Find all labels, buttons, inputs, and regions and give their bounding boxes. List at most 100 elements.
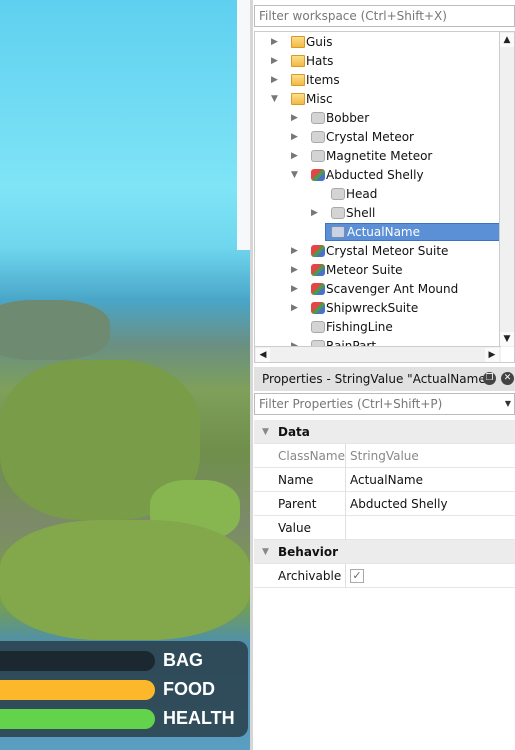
tree-item-label: ActualName: [325, 223, 500, 241]
tree-item-label: Meteor Suite: [326, 263, 403, 277]
model-icon: [311, 302, 325, 314]
properties-header: Properties - StringValue "ActualName" ❐ …: [254, 367, 515, 391]
scroll-up-icon[interactable]: ▲: [500, 33, 514, 47]
property-name: Name: [278, 473, 314, 487]
scroll-down-icon[interactable]: ▼: [500, 332, 514, 346]
property-row-classname[interactable]: ClassName StringValue: [254, 444, 515, 468]
property-name: Archivable: [278, 569, 342, 583]
tree-item-label: Head: [346, 187, 378, 201]
close-icon[interactable]: ✕: [501, 372, 514, 385]
tree-item[interactable]: ▶ Magnetite Meteor: [255, 147, 500, 166]
status-hud: BAG FOOD HEALTH: [0, 641, 248, 737]
collapse-arrow-icon[interactable]: ▶: [291, 109, 299, 128]
health-label: HEALTH: [163, 708, 235, 728]
property-row-value[interactable]: Value: [254, 516, 515, 540]
part-icon: [311, 131, 325, 143]
tree-item-label: Crystal Meteor: [326, 130, 414, 144]
property-row-parent[interactable]: Parent Abducted Shelly: [254, 492, 515, 516]
property-value: StringValue: [350, 449, 419, 463]
collapse-arrow-icon[interactable]: ▶: [271, 52, 279, 71]
expand-arrow-icon[interactable]: ▼: [271, 90, 279, 109]
expand-arrow-icon[interactable]: ▼: [291, 166, 299, 185]
collapse-arrow-icon[interactable]: ▶: [271, 71, 279, 90]
model-icon: [311, 245, 325, 257]
collapse-arrow-icon[interactable]: ▶: [291, 242, 299, 261]
collapse-arrow-icon[interactable]: ▶: [291, 280, 299, 299]
tree-item[interactable]: ▶ Scavenger Ant Mound: [255, 280, 500, 299]
filter-properties-input[interactable]: Filter Properties (Ctrl+Shift+P) ▼: [254, 393, 515, 415]
dropdown-arrow-icon[interactable]: ▼: [505, 394, 511, 414]
game-viewport[interactable]: BAG FOOD HEALTH: [0, 0, 250, 750]
tree-item-label: ShipwreckSuite: [326, 301, 419, 315]
tree-item[interactable]: ▼ Abducted Shelly: [255, 166, 500, 185]
part-icon: [311, 321, 325, 333]
column-divider: [345, 492, 346, 516]
explorer-panel: Filter workspace (Ctrl+Shift+X) ▶ Guis ▶ Ha…: [253, 0, 515, 750]
tree-item[interactable]: FishingLine: [255, 318, 500, 337]
category-label: Data: [278, 425, 310, 439]
folder-icon: [291, 74, 305, 86]
tree-item[interactable]: ▶ Crystal Meteor: [255, 128, 500, 147]
model-icon: [311, 264, 325, 276]
column-divider: [345, 564, 346, 588]
property-row-name[interactable]: Name ActualName: [254, 468, 515, 492]
tree-item[interactable]: ▶ Shell: [255, 204, 500, 223]
column-divider: [345, 468, 346, 492]
string-value-icon: [331, 226, 345, 238]
tree-item-label: Guis: [306, 35, 333, 49]
undock-icon[interactable]: ❐: [483, 372, 496, 385]
tree-item-label: Hats: [306, 54, 334, 68]
tree-item-label: Bobber: [326, 111, 370, 125]
tree-item-label: Shell: [346, 206, 376, 220]
property-name: Value: [278, 521, 311, 535]
model-icon: [311, 169, 325, 181]
category-data[interactable]: ▼ Data: [254, 420, 515, 444]
folder-icon: [291, 93, 305, 105]
tree-item-label: Scavenger Ant Mound: [326, 282, 459, 296]
explorer-tree: ▶ Guis ▶ Hats ▶ Items ▼ Misc ▶ Bobber ▶ Crystal Met…: [254, 31, 515, 363]
tree-item-label: Misc: [306, 92, 333, 106]
part-icon: [311, 150, 325, 162]
scroll-right-icon[interactable]: ▶: [485, 348, 499, 362]
collapse-arrow-icon[interactable]: ▶: [291, 299, 299, 318]
tree-item[interactable]: ▶ Guis: [255, 33, 500, 52]
tree-item-label: FishingLine: [326, 320, 393, 334]
filter-properties-placeholder: Filter Properties (Ctrl+Shift+P): [259, 397, 443, 411]
scroll-left-icon[interactable]: ◀: [256, 348, 270, 362]
collapse-arrow-icon[interactable]: ▶: [291, 261, 299, 280]
tree-item[interactable]: ▼ Misc: [255, 90, 500, 109]
properties-title: Properties - StringValue "ActualName": [262, 372, 492, 386]
collapse-arrow-icon[interactable]: ▶: [271, 33, 279, 52]
category-behavior[interactable]: ▼ Behavior: [254, 540, 515, 564]
category-expand-icon[interactable]: ▼: [262, 420, 269, 444]
property-value[interactable]: Abducted Shelly: [350, 492, 448, 516]
terrain: [0, 300, 110, 360]
archivable-checkbox[interactable]: ✓: [350, 569, 364, 583]
tree-item[interactable]: Head: [255, 185, 500, 204]
column-divider: [345, 516, 346, 540]
property-value[interactable]: ActualName: [350, 468, 423, 492]
property-name: ClassName: [278, 449, 345, 463]
tree-item[interactable]: ▶ Bobber: [255, 109, 500, 128]
collapse-arrow-icon[interactable]: ▶: [291, 147, 299, 166]
vertical-scrollbar[interactable]: ▲ ▼: [499, 32, 514, 347]
food-bar: [0, 680, 155, 700]
tree-item[interactable]: ▶ Crystal Meteor Suite: [255, 242, 500, 261]
horizontal-scrollbar[interactable]: ◀ ▶: [255, 346, 501, 362]
filter-workspace-input[interactable]: Filter workspace (Ctrl+Shift+X): [254, 5, 515, 27]
tree-item[interactable]: ActualName: [255, 223, 500, 242]
category-expand-icon[interactable]: ▼: [262, 540, 269, 564]
tree-item[interactable]: ▶ Hats: [255, 52, 500, 71]
tree-item-label: Magnetite Meteor: [326, 149, 433, 163]
part-icon: [311, 112, 325, 124]
category-label: Behavior: [278, 545, 339, 559]
tree-item-label: Items: [306, 73, 340, 87]
folder-icon: [291, 36, 305, 48]
collapse-arrow-icon[interactable]: ▶: [291, 128, 299, 147]
property-row-archivable[interactable]: Archivable ✓: [254, 564, 515, 588]
tree-item[interactable]: ▶ Items: [255, 71, 500, 90]
collapse-arrow-icon[interactable]: ▶: [311, 204, 319, 223]
tree-item[interactable]: ▶ ShipwreckSuite: [255, 299, 500, 318]
tree-item[interactable]: ▶ Meteor Suite: [255, 261, 500, 280]
part-icon: [331, 207, 345, 219]
